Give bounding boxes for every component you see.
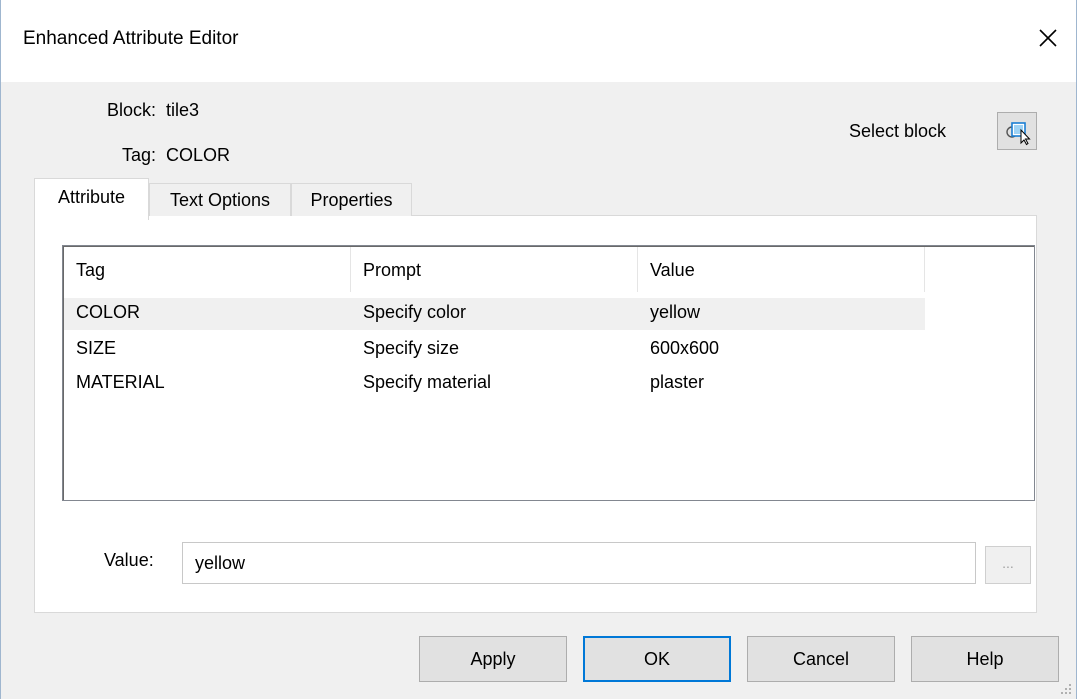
column-header-value[interactable]: Value <box>638 247 925 292</box>
row-value-cell: plaster <box>650 372 705 392</box>
window-title: Enhanced Attribute Editor <box>23 28 239 49</box>
table-row[interactable]: MATERIAL Specify material plaster <box>64 368 925 400</box>
row-value-cell: 600x600 <box>650 338 720 358</box>
close-icon <box>1039 29 1057 47</box>
enhanced-attribute-editor-dialog: Enhanced Attribute Editor Block: tile3 T… <box>0 0 1077 699</box>
row-prompt-cell: Specify size <box>363 338 460 358</box>
attribute-list-header: Tag Prompt Value <box>64 247 925 292</box>
tab-properties[interactable]: Properties <box>291 183 412 216</box>
select-block-label: Select block <box>849 121 947 141</box>
ok-button[interactable]: OK <box>583 636 731 682</box>
select-block-button[interactable] <box>997 112 1037 150</box>
title-bar: Enhanced Attribute Editor <box>1 0 1076 82</box>
ellipsis-button[interactable]: ... <box>985 546 1031 584</box>
resize-grip-icon[interactable] <box>1060 683 1072 695</box>
value-input[interactable]: yellow <box>182 542 976 584</box>
column-header-tag[interactable]: Tag <box>64 247 351 292</box>
row-prompt-cell: Specify material <box>363 372 492 392</box>
help-button[interactable]: Help <box>911 636 1059 682</box>
tab-properties-label: Properties <box>310 190 393 210</box>
apply-button[interactable]: Apply <box>419 636 567 682</box>
row-tag-cell: MATERIAL <box>76 372 165 392</box>
table-row[interactable]: SIZE Specify size 600x600 <box>64 334 925 366</box>
row-tag-cell: SIZE <box>76 338 117 358</box>
column-header-prompt[interactable]: Prompt <box>351 247 638 292</box>
table-row[interactable]: COLOR Specify color yellow <box>64 298 925 330</box>
tag-label: Tag: <box>121 145 156 165</box>
tab-attribute-label: Attribute <box>57 187 126 207</box>
tab-attribute[interactable]: Attribute <box>34 178 149 220</box>
value-field-label: Value: <box>104 550 154 570</box>
row-tag-cell: COLOR <box>76 302 141 322</box>
block-label: Block: <box>106 100 156 120</box>
attribute-list[interactable]: Tag Prompt Value COLOR Specify color yel… <box>62 245 1035 501</box>
row-value-cell: yellow <box>650 302 701 322</box>
tab-text-options[interactable]: Text Options <box>149 183 291 216</box>
row-prompt-cell: Specify color <box>363 302 467 322</box>
block-name-value: tile3 <box>166 100 200 120</box>
cancel-button[interactable]: Cancel <box>747 636 895 682</box>
close-button[interactable] <box>1030 20 1066 56</box>
tag-name-value: COLOR <box>166 145 231 165</box>
select-block-icon <box>1006 122 1031 146</box>
tab-text-options-label: Text Options <box>169 190 271 210</box>
